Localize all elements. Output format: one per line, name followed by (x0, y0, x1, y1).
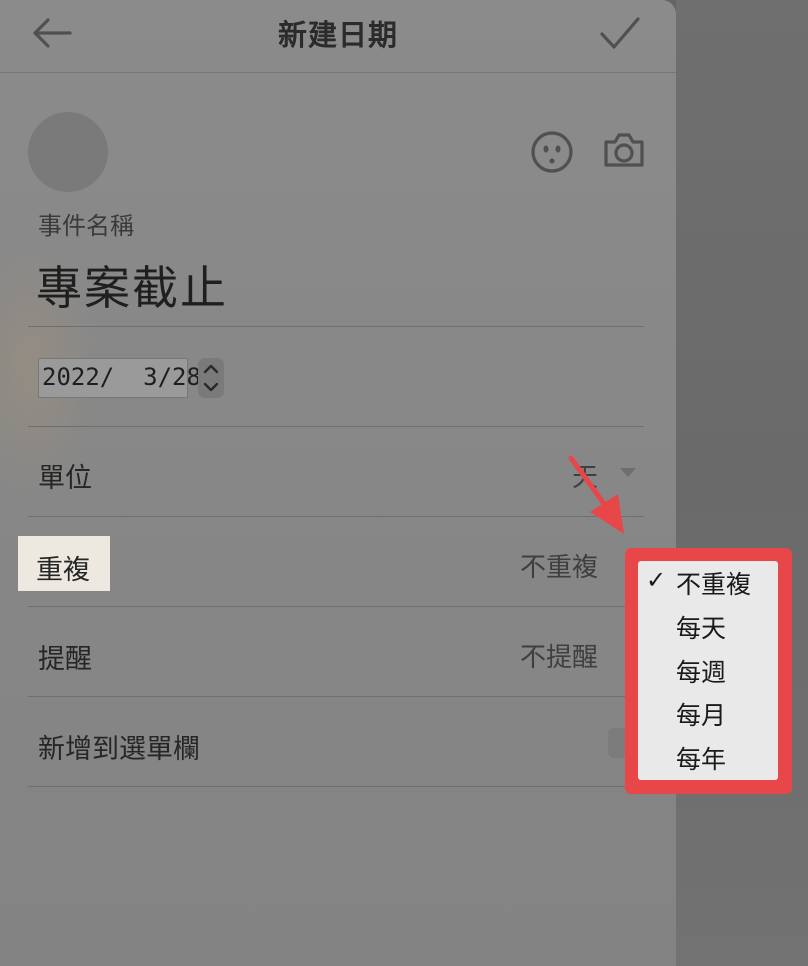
emoji-icon[interactable] (530, 130, 574, 174)
reminder-label: 提醒 (38, 644, 92, 675)
event-name-input[interactable]: 專案截止 (36, 252, 228, 318)
repeat-select[interactable]: 不重複 (520, 547, 598, 584)
camera-icon[interactable] (602, 130, 646, 170)
menu-item-yearly[interactable]: 每年 (638, 736, 778, 780)
divider (28, 786, 644, 787)
unit-label: 單位 (38, 463, 92, 494)
repeat-label-highlight: 重複 (18, 536, 110, 591)
repeat-dropdown-menu[interactable]: ✓ 不重複 每天 每週 每月 每年 (638, 561, 778, 780)
divider (28, 326, 644, 327)
repeat-label: 重複 (36, 555, 90, 586)
title-bar: 新建日期 (0, 0, 676, 73)
desktop-background (676, 0, 808, 966)
reminder-select[interactable]: 不提醒 (520, 637, 598, 674)
date-stepper[interactable] (198, 358, 224, 398)
checkmark-icon: ✓ (646, 566, 667, 594)
page-title: 新建日期 (277, 18, 398, 52)
menu-item-daily[interactable]: 每天 (638, 605, 778, 649)
add-to-menubar-label: 新增到選單欄 (38, 734, 200, 765)
date-field[interactable]: 2022/ 3/28 (38, 358, 201, 398)
annotation-arrow-icon (568, 455, 624, 534)
checkmark-icon[interactable] (598, 14, 642, 52)
event-name-label: 事件名稱 (38, 212, 134, 240)
divider (28, 516, 644, 517)
avatar[interactable] (28, 112, 108, 192)
divider (28, 606, 644, 607)
menu-item-no-repeat[interactable]: ✓ 不重複 (638, 561, 778, 605)
menu-item-weekly[interactable]: 每週 (638, 649, 778, 693)
divider (28, 696, 644, 697)
divider (28, 426, 644, 427)
chevron-up-icon (203, 364, 219, 374)
menu-item-monthly[interactable]: 每月 (638, 692, 778, 736)
chevron-down-icon (203, 382, 219, 392)
